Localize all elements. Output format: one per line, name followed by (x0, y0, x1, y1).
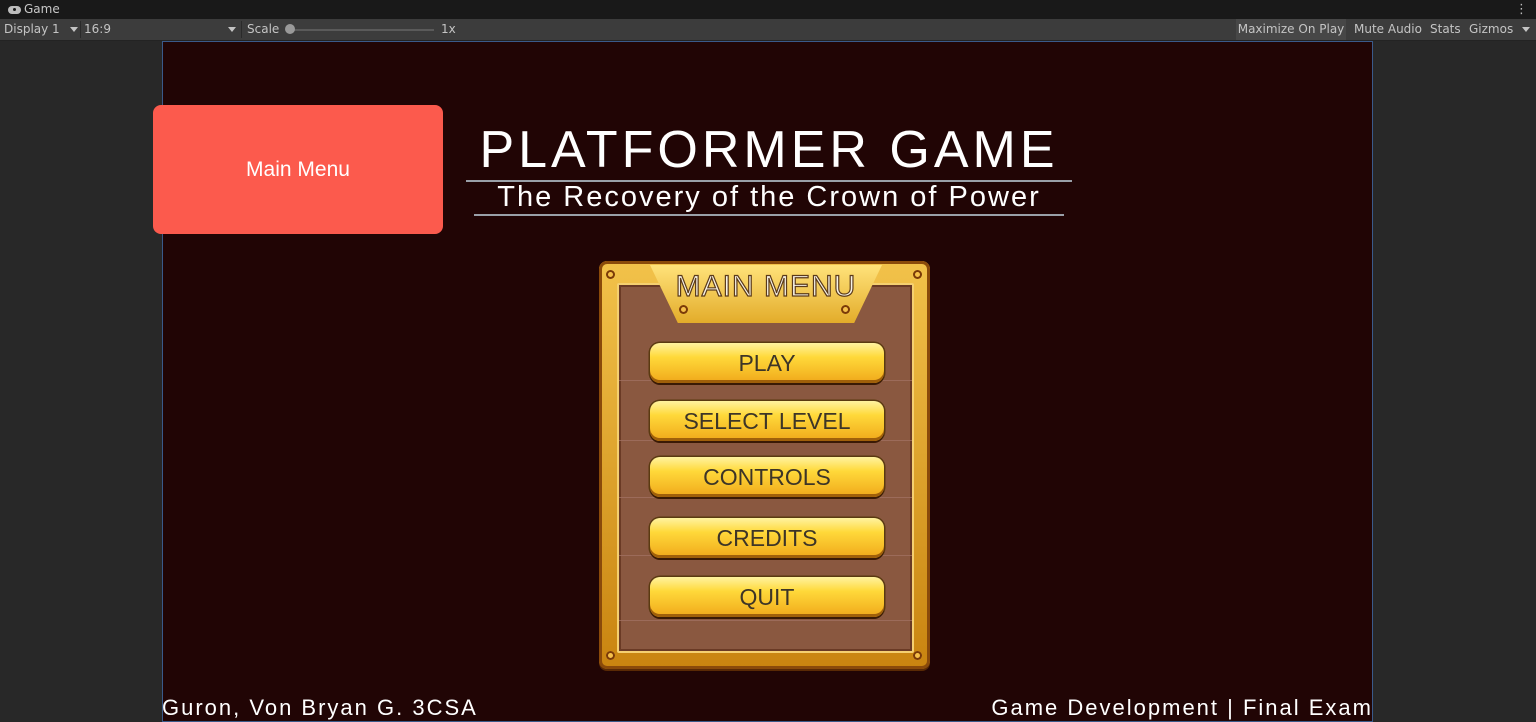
credits-button[interactable]: CREDITS (650, 518, 884, 558)
menu-title: MAIN MENU (675, 269, 857, 303)
gizmos-dropdown-icon[interactable] (1522, 27, 1530, 32)
rivet-icon (913, 651, 922, 660)
game-tab[interactable]: Game (8, 0, 60, 19)
rivet-icon (679, 305, 688, 314)
select-level-button[interactable]: SELECT LEVEL (650, 401, 884, 441)
scale-slider-track[interactable] (292, 29, 434, 31)
rivet-icon (913, 270, 922, 279)
aspect-dropdown[interactable]: 16:9 (84, 19, 238, 40)
rivet-icon (606, 651, 615, 660)
mute-audio-button[interactable]: Mute Audio (1354, 19, 1422, 40)
course-label: Game Development | Final Exam (991, 695, 1373, 720)
scale-value: 1x (441, 22, 456, 36)
stats-button[interactable]: Stats (1430, 19, 1461, 40)
chevron-down-icon (69, 27, 78, 32)
rivet-icon (606, 270, 615, 279)
gamepad-icon (8, 5, 21, 14)
display-label: Display 1 (4, 22, 60, 36)
play-button[interactable]: PLAY (650, 343, 884, 383)
game-tab-label: Game (24, 2, 60, 16)
maximize-on-play-button[interactable]: Maximize On Play (1236, 19, 1346, 40)
more-options-icon[interactable]: ⋮ (1515, 0, 1528, 19)
quit-button[interactable]: QUIT (650, 577, 884, 617)
window-titlebar: Game ⋮ (0, 0, 1536, 19)
chevron-down-icon (228, 27, 236, 32)
display-dropdown[interactable]: Display 1 (4, 19, 78, 40)
scene-badge: Main Menu (153, 105, 443, 234)
scale-label: Scale (247, 22, 280, 36)
author-credit: Guron, Von Bryan G. 3CSA (162, 695, 478, 720)
scale-slider-handle[interactable] (285, 24, 295, 34)
controls-button[interactable]: CONTROLS (650, 457, 884, 497)
rivet-icon (841, 305, 850, 314)
aspect-label: 16:9 (84, 22, 111, 36)
game-subtitle: The Recovery of the Crown of Power (474, 180, 1064, 216)
scene-badge-label: Main Menu (246, 157, 350, 181)
gizmos-button[interactable]: Gizmos (1469, 19, 1513, 40)
game-title: PLATFORMER GAME (466, 120, 1072, 182)
